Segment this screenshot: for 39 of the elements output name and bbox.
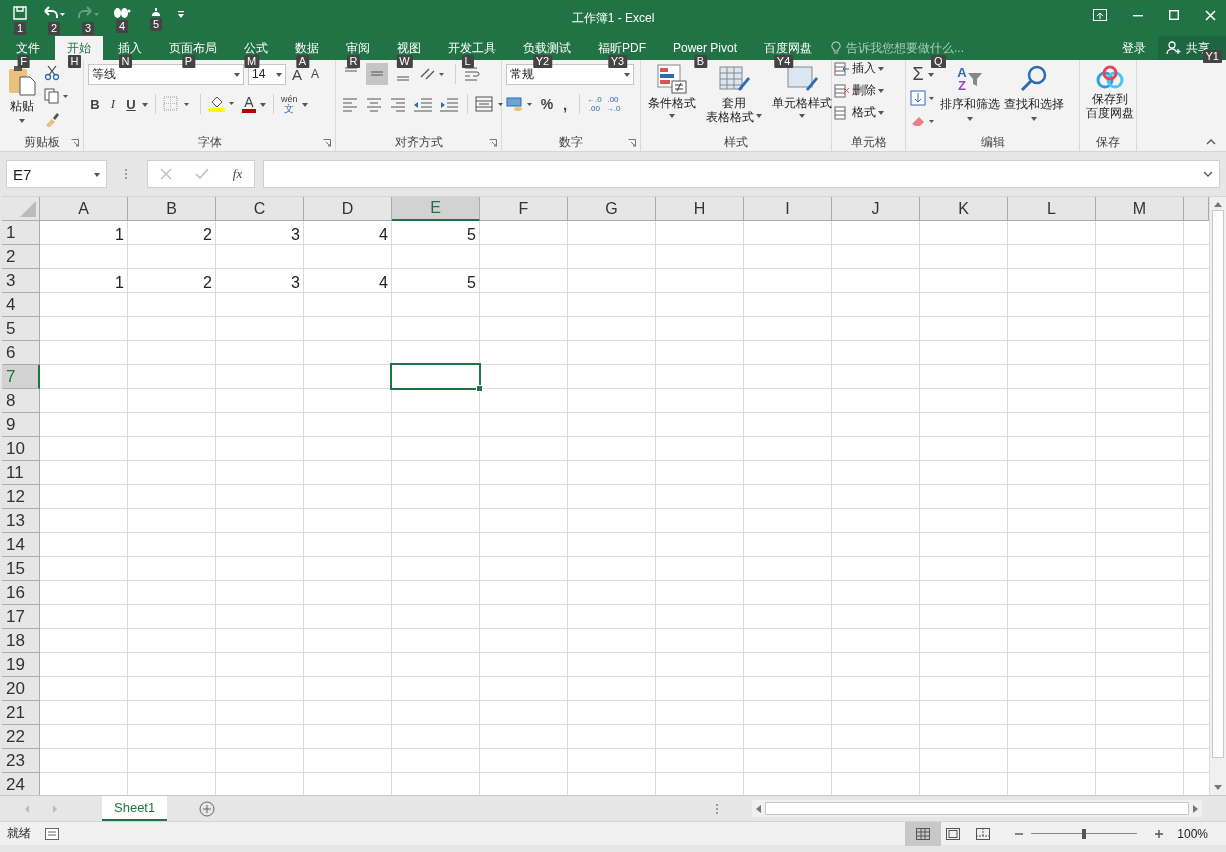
group-label: 单元格 [850,133,887,151]
group-label: 样式 [724,133,748,151]
table-cell-text: 3 [290,273,301,293]
keytip-tooltip: 1 [13,22,27,35]
keytip-tooltip: A [295,55,310,68]
keytip-tooltip: Q [931,55,946,68]
table-cell-text: 4 [378,273,389,293]
table-cell-text: 5 [466,225,477,245]
group-label: 剪贴板 [23,133,60,151]
keytip-tooltip: Y4 [773,55,794,68]
table-cell-text: 1 [114,225,125,245]
table-cell-text: 2 [202,225,213,245]
keytip-tooltip: 3 [81,22,95,35]
table-cell-text: 2 [202,273,213,293]
table-cell-text: 3 [290,225,301,245]
keytip-tooltip: 2 [47,22,61,35]
keytip-tooltip: F [17,55,30,68]
group-label: 编辑 [980,133,1005,151]
keytip-tooltip: L [461,55,474,68]
keytip-tooltip: M [243,55,260,68]
keytip-tooltip: N [118,55,133,68]
keytip-tooltip: Y3 [607,55,628,68]
status-text: 就绪 [7,825,31,842]
keytip-tooltip: 4 [115,20,129,33]
group-label: 对齐方式 [394,133,443,151]
keytip-tooltip: P [181,55,196,68]
table-cell-text: 4 [378,225,389,245]
zoom-level: 100% [1177,826,1208,841]
table-cell-text: 5 [466,273,477,293]
keytip-tooltip: Y2 [532,55,553,68]
keytip-tooltip: W [396,55,413,68]
window-title: 工作簿1 - Excel [570,10,656,27]
keytip-tooltip: R [346,55,361,68]
keytip-tooltip: B [693,55,708,68]
group-label: 数字 [559,133,583,151]
keytip-tooltip: 5 [149,18,163,31]
group-label: 字体 [197,133,222,151]
table-cell-text: 1 [114,273,125,293]
group-label: 保存 [1096,133,1120,151]
